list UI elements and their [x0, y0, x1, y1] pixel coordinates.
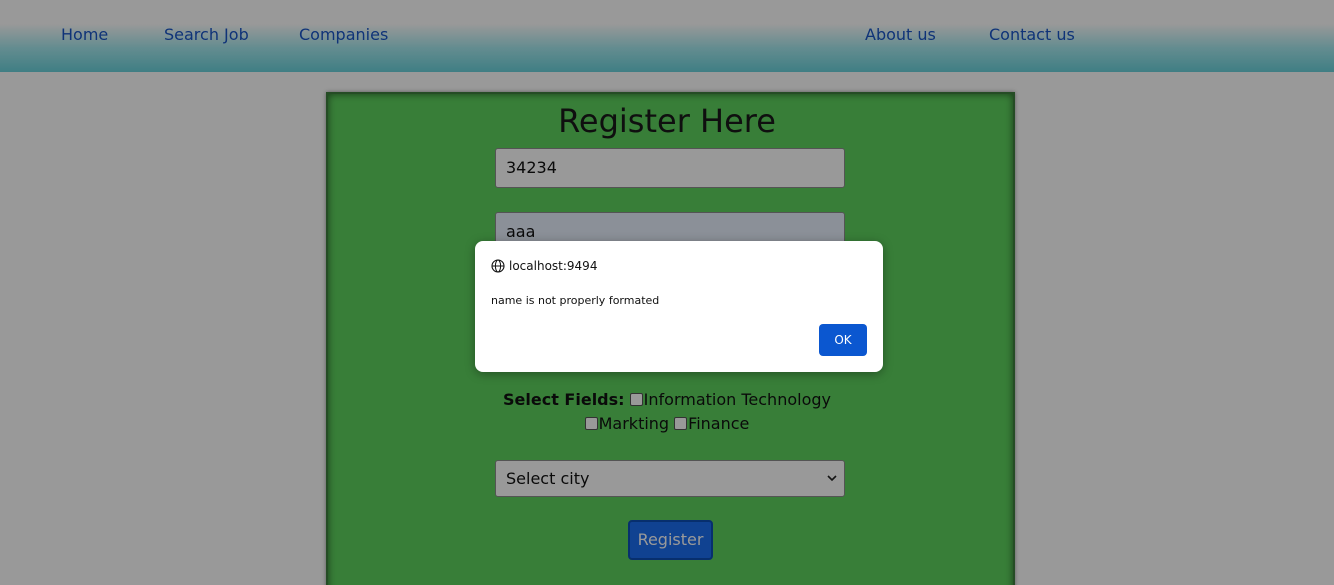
globe-icon: [491, 259, 505, 273]
alert-dialog: localhost:9494 name is not properly form…: [475, 241, 883, 372]
dialog-message: name is not properly formated: [491, 294, 660, 307]
dialog-origin: localhost:9494: [491, 259, 597, 273]
ok-button[interactable]: OK: [819, 324, 867, 356]
dialog-origin-text: localhost:9494: [509, 259, 598, 273]
